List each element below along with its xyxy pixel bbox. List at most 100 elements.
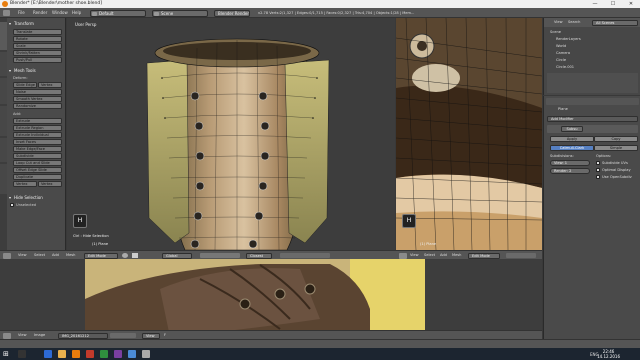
outliner-item-circle[interactable]: Circle [556,58,566,62]
vertex-slide-button[interactable]: Vertex [38,82,62,88]
menu-add[interactable]: Add [52,253,59,259]
shading-sphere-icon[interactable] [122,253,128,258]
layer-buttons[interactable] [200,253,240,258]
mesh-tools-panel-header[interactable]: Mesh Tools [8,67,65,74]
menu-help[interactable]: Help [72,10,81,15]
simple-button[interactable]: Simple [594,145,638,151]
search-icon[interactable] [18,350,26,358]
apply-button[interactable]: Apply [550,136,594,142]
tab-create[interactable] [0,52,7,76]
mode-dropdown[interactable]: Edit Mode [84,252,118,259]
translate-button[interactable]: Translate [13,29,62,35]
slide-vertex-button-2[interactable]: Vertex [38,181,62,187]
editor-type-icon-main[interactable] [3,252,11,259]
image-editor[interactable] [0,259,542,339]
slide-edge-button[interactable]: Slide Edge [13,82,37,88]
make-edge-face-button[interactable]: Make Edge/Face [13,146,62,152]
taskbar-app-icon-5[interactable] [100,350,108,358]
render-engine-dropdown[interactable]: Blender Render [214,9,250,17]
menu-render[interactable]: Render [33,10,47,15]
use-opensubdiv-checkbox[interactable] [596,175,600,179]
noise-button[interactable]: Noise [13,89,62,95]
editor-type-icon[interactable] [3,10,10,16]
rotate-button[interactable]: Rotate [13,36,62,42]
menu-view[interactable]: View [18,253,27,259]
randomize-button[interactable]: Randomize [13,103,62,109]
optimal-display-checkbox[interactable] [596,168,600,172]
taskbar-app-icon-4[interactable] [86,350,94,358]
menu-file[interactable]: File [18,10,25,15]
view-levels-field[interactable]: View: 1 [550,160,590,166]
inset-faces-button[interactable]: Inset Faces [13,139,62,145]
right-menu-select[interactable]: Select [424,253,435,259]
system-clock[interactable]: 22:46 14.12.2016 [597,349,620,359]
pivot-icon[interactable] [132,253,138,258]
image-menu-view[interactable]: View [18,333,27,339]
shrink-fatten-button[interactable]: Shrink/Fatten [13,50,62,56]
extrude-button[interactable]: Extrude [13,118,62,124]
outliner-item-renderlayers[interactable]: RenderLayers [556,37,581,41]
copy-button[interactable]: Copy [594,136,638,142]
image-view-dropdown[interactable]: View [142,332,160,339]
subdivide-uvs-checkbox[interactable] [596,161,600,165]
smooth-vertex-button[interactable]: Smooth Vertex [13,96,62,102]
tab-options[interactable] [0,138,7,162]
scale-button[interactable]: Scale [13,43,62,49]
right-menu-mesh[interactable]: Mesh [452,253,461,259]
layout-dropdown[interactable]: Default [90,9,146,17]
scene-dropdown[interactable]: Scene [152,9,208,17]
minimize-button[interactable]: — [586,0,604,8]
tab-relations[interactable] [0,78,7,104]
image-menu-image[interactable]: Image [34,333,45,339]
orientation-dropdown[interactable]: Global [162,252,192,259]
outliner-menu-view[interactable]: View [554,20,563,26]
subdivide-button[interactable]: Subdivide [13,153,62,159]
right-menu-add[interactable]: Add [440,253,447,259]
outliner-item-camera[interactable]: Camera [556,51,570,55]
unselected-checkbox[interactable] [10,203,14,207]
push-pull-button[interactable]: Push/Pull [13,57,62,63]
taskbar-app-icon-8[interactable] [142,350,150,358]
image-file-dropdown[interactable]: IMG_20161212 [58,332,108,339]
modifier-name-field[interactable]: Subsu [561,126,583,132]
duplicate-button[interactable]: Duplicate [13,174,62,180]
windows-start-icon[interactable]: ⊞ [3,350,11,358]
menu-select[interactable]: Select [34,253,45,259]
blender-taskbar-icon[interactable] [72,350,80,358]
hide-selection-panel-header[interactable]: Hide Selection [8,194,65,201]
file-explorer-icon[interactable] [58,350,66,358]
extrude-individual-button[interactable]: Extrude Individual [13,132,62,138]
tab-tools[interactable] [0,22,7,50]
right-shading-buttons[interactable] [506,253,536,258]
right-3d-viewport[interactable]: H (1) Plane [396,18,542,250]
snap-dropdown[interactable]: Closest [246,252,272,259]
outliner-item-world[interactable]: World [556,44,566,48]
extrude-region-button[interactable]: Extrude Region [13,125,62,131]
loop-cut-button[interactable]: Loop Cut and Slide [13,160,62,166]
image-browse-buttons[interactable] [110,333,136,338]
proportional-editing-buttons[interactable] [280,253,330,258]
outliner-item-circle-001[interactable]: Circle.001 [556,65,574,69]
main-3d-viewport[interactable]: User Persp H Ctrl : Hide Selection (1) P… [67,18,395,250]
offset-edge-slide-button[interactable]: Offset Edge Slide [13,167,62,173]
editor-type-icon-image[interactable] [3,332,11,339]
menu-window[interactable]: Window [52,10,68,15]
menu-mesh[interactable]: Mesh [66,253,75,259]
properties-tabs[interactable] [546,98,639,105]
maximize-button[interactable]: ☐ [604,0,622,8]
slide-vertex-button-1[interactable]: Vertex [13,181,37,187]
task-view-icon[interactable] [44,350,52,358]
transform-panel-header[interactable]: Transform [8,20,65,27]
close-button[interactable]: ✕ [622,0,640,8]
catmull-clark-button[interactable]: Catmull-Clark [550,145,594,151]
right-menu-view[interactable]: View [410,253,419,259]
right-mode-dropdown[interactable]: Edit Mode [468,252,500,259]
image-fake-user-button[interactable]: F [164,333,166,339]
render-levels-field[interactable]: Render: 2 [550,168,590,174]
outliner-item-scene[interactable]: Scene [550,30,561,34]
add-modifier-dropdown[interactable]: Add Modifier [547,116,638,122]
taskbar-app-icon-6[interactable] [114,350,122,358]
tab-shading-uvs[interactable] [0,106,7,136]
editor-type-icon-right[interactable] [399,252,407,259]
taskbar-app-icon-7[interactable] [128,350,136,358]
